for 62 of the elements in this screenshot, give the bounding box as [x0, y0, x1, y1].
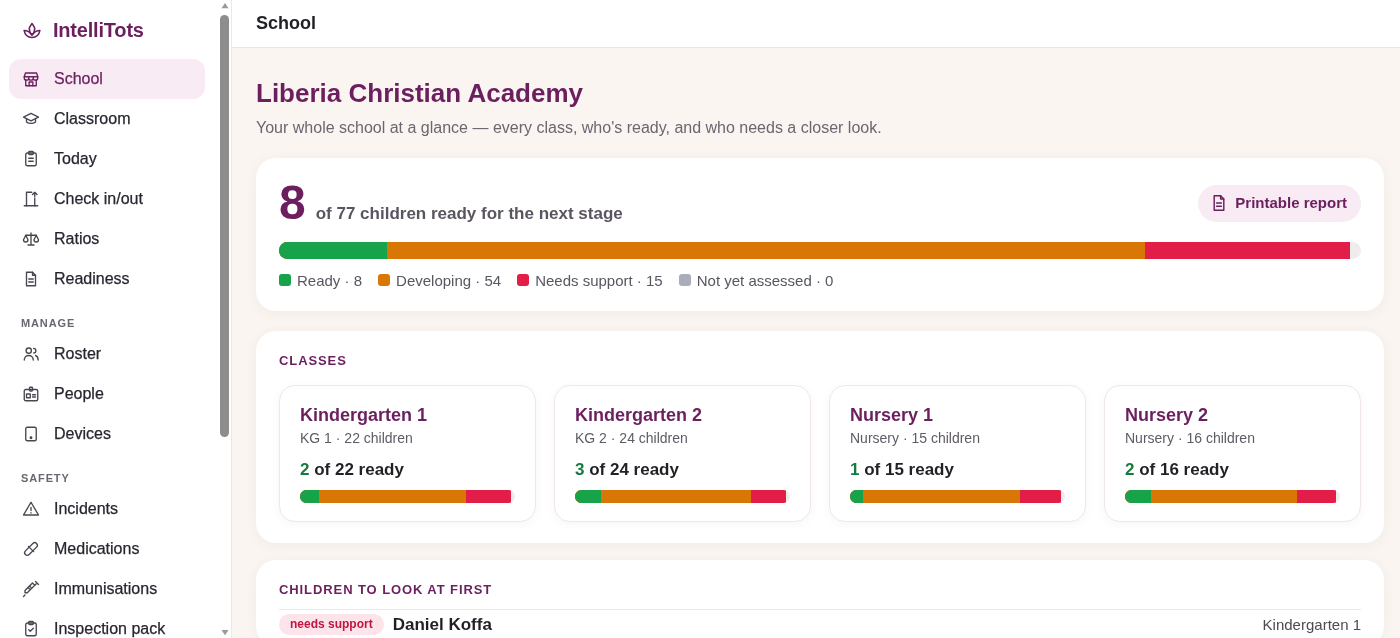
id-badge-icon	[22, 385, 40, 403]
nav-item[interactable]: Today	[9, 139, 205, 179]
scroll-down-icon[interactable]	[219, 629, 230, 636]
class-detail: Nursery · 16 children	[1125, 429, 1256, 447]
page-subtitle: Your whole school at a glance — every class, who's ready, and who needs a closer look.	[256, 118, 883, 137]
nav-item[interactable]: Medications	[9, 529, 205, 569]
school-name: Liberia Christian Academy	[256, 78, 585, 109]
nav-item[interactable]: School	[9, 59, 205, 99]
brand-name: IntelliTots	[53, 17, 144, 43]
nav-item[interactable]: Ratios	[9, 219, 205, 259]
class-card[interactable]: Kindergarten 2 KG 2 · 24 children 3 of 24 ready	[554, 384, 811, 522]
ready-count: 8	[279, 180, 306, 226]
document-icon	[1212, 195, 1227, 212]
ready-summary: 2 of 22 ready	[300, 458, 405, 480]
class-detail: Nursery · 15 children	[850, 429, 981, 447]
class-card[interactable]: Nursery 2 Nursery · 16 children 2 of 16 ready	[1104, 384, 1361, 522]
syringe-icon	[22, 580, 40, 598]
section-heading: SAFETY	[21, 471, 71, 486]
people-icon	[22, 345, 40, 363]
class-name: Kindergarten 1	[300, 403, 429, 426]
legend-label: Needs support · 15	[535, 270, 663, 290]
ready-summary: 3 of 24 ready	[575, 458, 680, 480]
section-title: CHILDREN TO LOOK AT FIRST	[279, 581, 494, 597]
page-header-title: School	[256, 12, 316, 35]
ready-summary: 2 of 16 ready	[1125, 458, 1230, 480]
scales-icon	[22, 230, 40, 248]
class-name: Kindergarten 2	[575, 403, 704, 426]
store-icon	[22, 70, 40, 88]
class-name: Nursery 1	[850, 403, 935, 426]
legend-label: Developing · 54	[396, 270, 502, 290]
legend-label: Not yet assessed · 0	[696, 270, 834, 290]
nav-item[interactable]: Incidents	[9, 489, 205, 529]
nav-item[interactable]: Inspection pack	[9, 609, 205, 638]
nav-item[interactable]: Immunisations	[9, 569, 205, 609]
nav-item[interactable]: Roster	[9, 334, 205, 374]
class-card[interactable]: Nursery 1 Nursery · 15 children 1 of 15 ready	[829, 384, 1086, 522]
child-name[interactable]: Daniel Koffa	[392, 613, 492, 636]
class-detail: KG 1 · 22 children	[300, 429, 414, 447]
ready-summary: 1 of 15 ready	[850, 458, 955, 480]
nav-item[interactable]: Devices	[9, 414, 205, 454]
door-arrow-icon	[22, 190, 40, 208]
section-title: CLASSES	[279, 352, 348, 368]
clipboard-icon	[22, 150, 40, 168]
nav-item[interactable]: Check in/out	[9, 179, 205, 219]
legend-label: Ready · 8	[297, 270, 363, 290]
status-badge: needs support	[279, 614, 384, 636]
printable-report-button[interactable]: Printable report	[1198, 185, 1361, 222]
ready-caption: of 77 children ready for the next stage	[315, 203, 623, 225]
class-card[interactable]: Kindergarten 1 KG 1 · 22 children 2 of 22 ready	[279, 384, 536, 522]
section-heading: MANAGE	[21, 316, 77, 331]
class-detail: KG 2 · 24 children	[575, 429, 689, 447]
clipboard-check-icon	[22, 620, 40, 638]
tablet-icon	[22, 425, 40, 443]
scroll-up-icon[interactable]	[219, 2, 230, 9]
nav-item[interactable]: Readiness	[9, 259, 205, 299]
nav-item[interactable]: Classroom	[9, 99, 205, 139]
nav-item[interactable]: People	[9, 374, 205, 414]
warning-icon	[22, 500, 40, 518]
class-name: Kindergarten 1	[1262, 614, 1361, 635]
pill-icon	[22, 540, 40, 558]
scrollbar-thumb[interactable]	[220, 15, 229, 437]
class-name: Nursery 2	[1125, 403, 1210, 426]
